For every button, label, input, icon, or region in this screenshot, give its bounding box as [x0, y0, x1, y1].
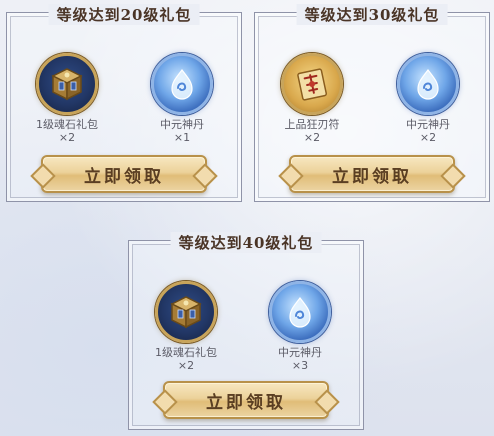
claim-button[interactable]: 立即领取 — [163, 381, 329, 419]
item-quantity: ×3 — [291, 359, 309, 372]
item-name: 1级魂石礼包 — [155, 346, 217, 359]
claim-button[interactable]: 立即领取 — [289, 155, 455, 193]
reward-item-spirit-pill[interactable]: 中元神丹 ×1 — [147, 53, 217, 144]
item-name: 中元神丹 — [406, 118, 450, 131]
pack-title: 等级达到40级礼包 — [170, 232, 322, 253]
item-quantity: ×2 — [419, 131, 437, 144]
spirit-pill-icon — [269, 281, 331, 343]
gift-pack-level-20: 等级达到20级礼包 1级魂石礼包 ×2 中元神丹 ×1 立即领取 — [6, 4, 242, 202]
item-name: 中元神丹 — [160, 118, 204, 131]
reward-item-blade-talisman[interactable]: 上品狂刃符 ×2 — [277, 53, 347, 144]
spirit-pill-icon — [397, 53, 459, 115]
claim-button-label: 立即领取 — [206, 392, 286, 413]
item-quantity: ×1 — [173, 131, 191, 144]
gift-pack-level-30: 等级达到30级礼包 上品狂刃符 ×2 中元神丹 ×2 立即领取 — [254, 4, 490, 202]
reward-item-spirit-pill[interactable]: 中元神丹 ×2 — [393, 53, 463, 144]
item-name: 上品狂刃符 — [284, 118, 340, 131]
item-name: 中元神丹 — [278, 346, 322, 359]
item-quantity: ×2 — [177, 359, 195, 372]
item-quantity: ×2 — [303, 131, 321, 144]
item-quantity: ×2 — [58, 131, 76, 144]
pack-title: 等级达到20级礼包 — [48, 4, 200, 25]
claim-button-label: 立即领取 — [332, 166, 412, 187]
blade-talisman-icon — [281, 53, 343, 115]
item-name: 1级魂石礼包 — [36, 118, 98, 131]
gift-pack-level-40: 等级达到40级礼包 1级魂石礼包 ×2 中元神丹 ×3 立即领取 — [128, 232, 364, 430]
claim-button-label: 立即领取 — [84, 166, 164, 187]
reward-item-spirit-pill[interactable]: 中元神丹 ×3 — [265, 281, 335, 372]
soul-stone-box-icon — [36, 53, 98, 115]
claim-button[interactable]: 立即领取 — [41, 155, 207, 193]
spirit-pill-icon — [151, 53, 213, 115]
reward-item-soul-stone-box[interactable]: 1级魂石礼包 ×2 — [151, 281, 221, 372]
soul-stone-box-icon — [155, 281, 217, 343]
pack-title: 等级达到30级礼包 — [296, 4, 448, 25]
reward-item-soul-stone-box[interactable]: 1级魂石礼包 ×2 — [32, 53, 102, 144]
